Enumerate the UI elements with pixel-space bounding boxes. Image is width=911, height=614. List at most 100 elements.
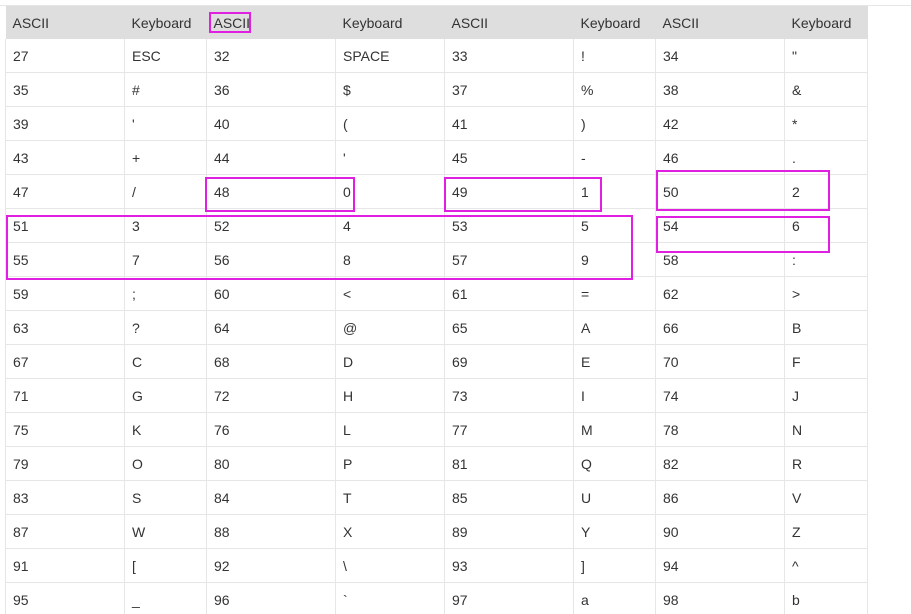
keyboard-char-cell: 0 bbox=[335, 174, 445, 209]
keyboard-char-cell: ` bbox=[335, 582, 445, 614]
ascii-code-cell: 80 bbox=[206, 446, 336, 481]
ascii-code-cell: 89 bbox=[444, 514, 574, 549]
ascii-code-cell: 73 bbox=[444, 378, 574, 413]
ascii-code-cell: 85 bbox=[444, 480, 574, 515]
ascii-code-cell: 27 bbox=[5, 39, 125, 73]
keyboard-char-cell: V bbox=[784, 480, 868, 515]
keyboard-char-cell: W bbox=[124, 514, 207, 549]
column-header-keyboard: Keyboard bbox=[573, 6, 656, 39]
ascii-code-cell: 66 bbox=[655, 310, 785, 345]
keyboard-char-cell: a bbox=[573, 582, 656, 614]
keyboard-char-cell: Z bbox=[784, 514, 868, 549]
ascii-code-cell: 42 bbox=[655, 106, 785, 141]
keyboard-char-cell: 2 bbox=[784, 174, 868, 209]
ascii-code-cell: 71 bbox=[5, 378, 125, 413]
keyboard-char-cell: : bbox=[784, 242, 868, 277]
ascii-keyboard-table: ASCII Keyboard ASCII Keyboard ASCII Keyb… bbox=[5, 6, 868, 614]
keyboard-char-cell: I bbox=[573, 378, 656, 413]
ascii-code-cell: 35 bbox=[5, 72, 125, 107]
ascii-code-cell: 45 bbox=[444, 140, 574, 175]
ascii-code-cell: 90 bbox=[655, 514, 785, 549]
table-row: 87 W 88 X 89 Y 90 Z bbox=[5, 514, 868, 549]
table-row: 83 S 84 T 85 U 86 V bbox=[5, 480, 868, 515]
ascii-code-cell: 69 bbox=[444, 344, 574, 379]
table-header-row: ASCII Keyboard ASCII Keyboard ASCII Keyb… bbox=[5, 6, 868, 39]
ascii-code-cell: 41 bbox=[444, 106, 574, 141]
column-header-ascii: ASCII bbox=[5, 6, 125, 39]
column-header-keyboard: Keyboard bbox=[784, 6, 868, 39]
keyboard-char-cell: 6 bbox=[784, 208, 868, 243]
ascii-code-cell: 76 bbox=[206, 412, 336, 447]
ascii-code-cell: 47 bbox=[5, 174, 125, 209]
keyboard-char-cell: [ bbox=[124, 548, 207, 583]
keyboard-char-cell: T bbox=[335, 480, 445, 515]
ascii-code-cell: 40 bbox=[206, 106, 336, 141]
ascii-code-cell: 50 bbox=[655, 174, 785, 209]
keyboard-char-cell: & bbox=[784, 72, 868, 107]
ascii-code-cell: 62 bbox=[655, 276, 785, 311]
ascii-code-cell: 72 bbox=[206, 378, 336, 413]
ascii-code-cell: 87 bbox=[5, 514, 125, 549]
keyboard-char-cell: b bbox=[784, 582, 868, 614]
ascii-code-cell: 59 bbox=[5, 276, 125, 311]
column-header-ascii: ASCII bbox=[655, 6, 785, 39]
ascii-code-cell: 53 bbox=[444, 208, 574, 243]
keyboard-char-cell: $ bbox=[335, 72, 445, 107]
keyboard-char-cell: F bbox=[784, 344, 868, 379]
table-row: 63? 64 @65 A 66 B bbox=[5, 310, 868, 345]
keyboard-char-cell: Q bbox=[573, 446, 656, 481]
ascii-code-cell: 49 bbox=[444, 174, 574, 209]
keyboard-char-cell: U bbox=[573, 480, 656, 515]
keyboard-char-cell: . bbox=[784, 140, 868, 175]
column-header-ascii: ASCII bbox=[444, 6, 574, 39]
keyboard-char-cell: / bbox=[124, 174, 207, 209]
keyboard-char-cell: J bbox=[784, 378, 868, 413]
ascii-code-cell: 70 bbox=[655, 344, 785, 379]
keyboard-char-cell: - bbox=[573, 140, 656, 175]
keyboard-char-cell: # bbox=[124, 72, 207, 107]
keyboard-char-cell: ; bbox=[124, 276, 207, 311]
ascii-code-cell: 43 bbox=[5, 140, 125, 175]
ascii-code-cell: 57 bbox=[444, 242, 574, 277]
table-row: 59; 60 <61 = 62 > bbox=[5, 276, 868, 311]
table-row: 55 7 56 8 57 9 58: bbox=[5, 242, 868, 277]
table-row: 39 ' 40(41) 42 * bbox=[5, 106, 868, 141]
ascii-code-cell: 36 bbox=[206, 72, 336, 107]
keyboard-char-cell: N bbox=[784, 412, 868, 447]
ascii-code-cell: 48 bbox=[206, 174, 336, 209]
table-row: 79 O 80 P 81 Q 82 R bbox=[5, 446, 868, 481]
ascii-code-cell: 81 bbox=[444, 446, 574, 481]
ascii-code-cell: 74 bbox=[655, 378, 785, 413]
ascii-code-cell: 94 bbox=[655, 548, 785, 583]
table-row: 95 _ 96 ` 97 a 98 b bbox=[5, 582, 868, 614]
keyboard-char-cell: \ bbox=[335, 548, 445, 583]
table-row: 47/48 0 49 1 50 2 bbox=[5, 174, 868, 209]
column-header-ascii: ASCII bbox=[206, 6, 336, 39]
keyboard-char-cell: 4 bbox=[335, 208, 445, 243]
ascii-code-cell: 68 bbox=[206, 344, 336, 379]
ascii-code-cell: 86 bbox=[655, 480, 785, 515]
keyboard-char-cell: = bbox=[573, 276, 656, 311]
ascii-code-cell: 56 bbox=[206, 242, 336, 277]
table-row: 91[92 \ 93] 94 ^ bbox=[5, 548, 868, 583]
keyboard-char-cell: ( bbox=[335, 106, 445, 141]
keyboard-char-cell: _ bbox=[124, 582, 207, 614]
ascii-code-cell: 51 bbox=[5, 208, 125, 243]
page: ASCII Keyboard ASCII Keyboard ASCII Keyb… bbox=[0, 0, 911, 614]
keyboard-char-cell: ) bbox=[573, 106, 656, 141]
ascii-code-cell: 60 bbox=[206, 276, 336, 311]
keyboard-char-cell: 1 bbox=[573, 174, 656, 209]
keyboard-char-cell: ' bbox=[335, 140, 445, 175]
keyboard-char-cell: D bbox=[335, 344, 445, 379]
keyboard-char-cell: L bbox=[335, 412, 445, 447]
table-row: 67 C 68 D 69 E 70 F bbox=[5, 344, 868, 379]
ascii-code-cell: 65 bbox=[444, 310, 574, 345]
keyboard-char-cell: Y bbox=[573, 514, 656, 549]
keyboard-char-cell: 3 bbox=[124, 208, 207, 243]
ascii-code-cell: 38 bbox=[655, 72, 785, 107]
keyboard-char-cell: 8 bbox=[335, 242, 445, 277]
ascii-code-cell: 63 bbox=[5, 310, 125, 345]
keyboard-char-cell: ] bbox=[573, 548, 656, 583]
ascii-code-cell: 55 bbox=[5, 242, 125, 277]
column-header-keyboard: Keyboard bbox=[335, 6, 445, 39]
